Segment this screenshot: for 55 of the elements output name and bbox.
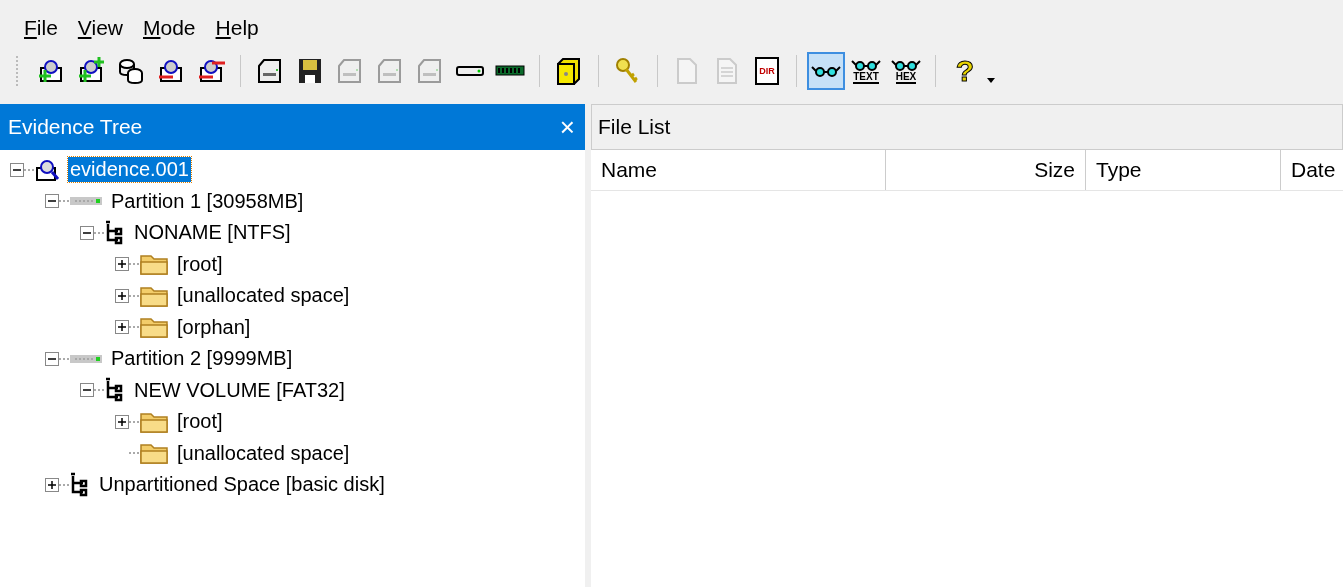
tree-item[interactable]: NEW VOLUME [FAT32] xyxy=(132,377,347,403)
collapse-toggle[interactable] xyxy=(45,351,59,366)
expand-toggle[interactable] xyxy=(115,414,129,429)
close-button[interactable]: × xyxy=(559,111,575,143)
partition-icon xyxy=(69,195,103,208)
tree-item[interactable]: evidence.001 xyxy=(68,157,191,183)
plus-icon xyxy=(118,417,126,426)
folder-icon xyxy=(139,315,169,340)
directory-icon: DIR xyxy=(755,57,779,85)
toolbar-button[interactable]: DIR xyxy=(748,52,786,90)
tree-item[interactable]: [root] xyxy=(175,409,225,435)
column-header[interactable]: Type xyxy=(1086,150,1281,190)
glasses-caption: TEXT xyxy=(853,70,879,84)
menu-item[interactable]: Help xyxy=(207,16,267,38)
dropdown-caret-icon[interactable] xyxy=(986,77,996,85)
tree-item[interactable]: Partition 1 [30958MB] xyxy=(109,188,306,214)
menu-item[interactable]: View xyxy=(69,16,131,38)
column-header[interactable]: Date xyxy=(1281,150,1343,190)
expand-toggle[interactable] xyxy=(115,288,129,303)
tree-item[interactable]: [unallocated space] xyxy=(175,283,352,309)
collapse-toggle[interactable] xyxy=(45,194,59,209)
plus-icon xyxy=(118,291,126,300)
partition-icon xyxy=(69,352,103,365)
collapse-toggle[interactable] xyxy=(80,383,94,398)
toolbar-button[interactable] xyxy=(807,52,845,90)
expand-toggle[interactable] xyxy=(45,477,59,492)
tree-item[interactable]: [orphan] xyxy=(175,314,253,340)
expand-toggle[interactable] xyxy=(115,320,129,335)
plus-icon xyxy=(48,480,56,489)
toolbar-button[interactable]: TEXT xyxy=(847,52,885,90)
pane-title: File List xyxy=(598,115,671,139)
plus-icon xyxy=(118,260,126,269)
glasses-icon xyxy=(851,58,881,71)
glasses-caption: HEX xyxy=(895,70,917,84)
tree-item[interactable]: [unallocated space] xyxy=(175,440,352,466)
folder-icon xyxy=(139,252,169,277)
collapse-toggle[interactable] xyxy=(80,225,94,240)
column-header[interactable]: Size xyxy=(886,150,1086,190)
menu-item[interactable]: Mode xyxy=(135,16,204,38)
tree-item[interactable]: Partition 2 [9999MB] xyxy=(109,346,295,372)
folder-icon xyxy=(139,441,169,466)
tree-item[interactable]: Unpartitioned Space [basic disk] xyxy=(97,472,387,498)
database-icon xyxy=(116,56,146,86)
evidence-icon xyxy=(34,157,62,182)
glasses-icon xyxy=(891,58,921,71)
menu-item[interactable]: File xyxy=(16,16,66,38)
column-header[interactable]: Name xyxy=(591,150,886,190)
tree-item[interactable]: [root] xyxy=(175,251,225,277)
pane-title: Evidence Tree xyxy=(8,115,143,139)
plus-icon xyxy=(118,323,126,332)
expand-toggle[interactable] xyxy=(115,257,129,272)
tree-item[interactable]: NONAME [NTFS] xyxy=(132,220,293,246)
collapse-toggle[interactable] xyxy=(10,162,24,177)
glasses-icon xyxy=(811,65,841,77)
toolbar-button[interactable]: HEX xyxy=(887,52,925,90)
